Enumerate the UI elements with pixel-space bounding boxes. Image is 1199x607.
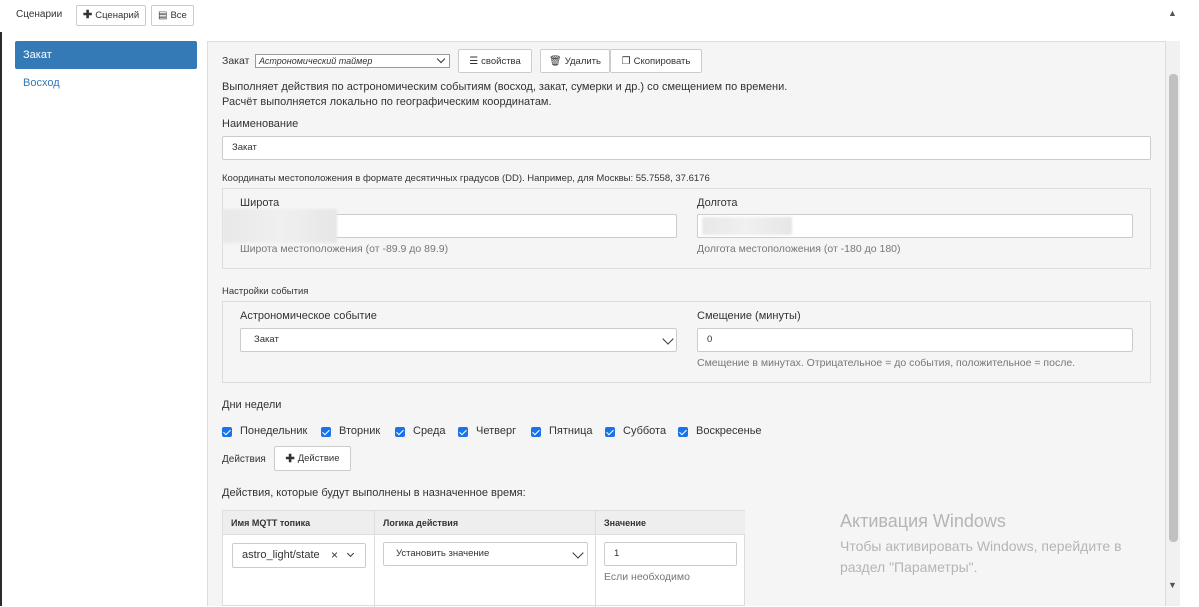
activation-watermark-title: Активация Windows <box>840 511 1006 531</box>
value-input[interactable]: 1 <box>604 542 737 566</box>
checkbox-label-tuesday: Вторник <box>339 425 381 437</box>
all-scenarios-button[interactable]: ▤ Все <box>151 5 194 26</box>
event-select-value: Закат <box>254 334 279 345</box>
checkbox-label-friday: Пятница <box>549 425 593 437</box>
activation-watermark-line2: раздел "Параметры". <box>840 559 978 575</box>
section-title: Сценарии <box>16 9 63 20</box>
checkbox-tuesday[interactable] <box>321 427 331 437</box>
sidebar-item-sunrise[interactable]: Восход <box>15 69 197 97</box>
all-scenarios-label: Все <box>170 10 187 21</box>
top-toolbar: Сценарии ✚ Сценарий ▤ Все <box>0 0 1199 32</box>
properties-label: свойства <box>481 55 521 67</box>
weekdays-label: Дни недели <box>222 399 282 411</box>
copy-label: Скопировать <box>633 55 691 67</box>
actions-description: Действия, которые будут выполнены в назн… <box>222 487 526 499</box>
checkbox-sunday[interactable] <box>678 427 688 437</box>
scroll-down-arrow-icon[interactable]: ▼ <box>1168 580 1177 590</box>
scroll-up-arrow-icon[interactable]: ▲ <box>1168 8 1177 18</box>
activation-watermark-line1: Чтобы активировать Windows, перейдите в <box>840 538 1122 554</box>
list-icon: ▤ <box>158 10 168 21</box>
window-edge <box>0 0 2 606</box>
checkbox-label-sunday: Воскресенье <box>696 425 762 437</box>
add-scenario-label: Сценарий <box>95 10 140 21</box>
topic-select[interactable]: astro_light/state × <box>232 543 366 568</box>
latitude-label: Широта <box>240 197 280 209</box>
clear-icon[interactable]: × <box>331 544 338 567</box>
redacted-value <box>223 209 337 243</box>
column-header-topic: Имя MQTT топика <box>223 511 375 535</box>
logic-select[interactable]: Установить значение <box>383 542 588 566</box>
checkbox-friday[interactable] <box>531 427 541 437</box>
checkbox-saturday[interactable] <box>605 427 615 437</box>
event-settings-legend: Настройки события <box>222 286 309 297</box>
delete-button[interactable]: 🗑 Удалить <box>540 49 610 73</box>
coordinates-legend: Координаты местоположения в формате деся… <box>222 173 710 184</box>
offset-input[interactable]: 0 <box>697 328 1133 352</box>
event-select[interactable]: Закат <box>240 328 677 352</box>
latitude-input[interactable] <box>223 209 677 243</box>
description-line-2: Расчёт выполняется локально по географич… <box>222 96 552 108</box>
longitude-input[interactable] <box>697 214 1133 238</box>
name-label: Наименование <box>222 118 299 130</box>
actions-label: Действия <box>222 454 266 465</box>
topic-select-value: astro_light/state <box>242 549 320 561</box>
add-scenario-button[interactable]: ✚ Сценарий <box>76 5 147 26</box>
checkbox-label-monday: Понедельник <box>240 425 308 437</box>
description-line-1: Выполняет действия по астрономическим со… <box>222 81 788 93</box>
logic-select-value: Установить значение <box>396 548 490 559</box>
trash-icon: 🗑 <box>549 55 562 67</box>
plus-icon: ✚ <box>83 9 93 21</box>
checkbox-label-thursday: Четверг <box>476 425 517 437</box>
add-action-button[interactable]: ✚ Действие <box>274 446 351 471</box>
plus-icon: ✚ <box>285 453 295 465</box>
redacted-value <box>702 217 792 235</box>
scenario-type-value: Астрономический таймер <box>259 56 373 66</box>
add-action-label: Действие <box>297 453 340 464</box>
scenario-list: Закат Восход <box>15 41 197 97</box>
delete-label: Удалить <box>564 55 601 67</box>
chevron-down-icon <box>572 547 584 559</box>
name-input[interactable]: Закат <box>222 136 1151 160</box>
list-icon: ☰ <box>469 55 479 67</box>
chevron-down-icon <box>662 333 674 345</box>
chevron-down-icon <box>436 54 446 64</box>
scrollbar-thumb[interactable] <box>1169 74 1178 542</box>
longitude-label: Долгота <box>697 197 738 209</box>
latitude-help: Широта местоположения (от -89.9 до 89.9) <box>240 243 449 255</box>
checkbox-monday[interactable] <box>222 427 232 437</box>
copy-button[interactable]: ❐ Скопировать <box>610 49 702 73</box>
checkbox-label-wednesday: Среда <box>413 425 446 437</box>
chevron-down-icon <box>346 549 355 558</box>
checkbox-label-saturday: Суббота <box>623 425 667 437</box>
checkbox-wednesday[interactable] <box>395 427 405 437</box>
value-help: Если необходимо <box>604 571 690 583</box>
sidebar-item-sunset[interactable]: Закат <box>15 41 197 69</box>
event-label: Астрономическое событие <box>240 310 377 322</box>
offset-label: Смещение (минуты) <box>697 310 801 322</box>
column-divider <box>374 511 375 607</box>
properties-button[interactable]: ☰ свойства <box>458 49 532 73</box>
activation-watermark-text: Чтобы активировать Windows, перейдите в … <box>840 536 1122 578</box>
scenario-name-prefix: Закат <box>222 55 250 67</box>
checkbox-thursday[interactable] <box>458 427 468 437</box>
copy-icon: ❐ <box>621 55 631 67</box>
offset-help: Смещение в минутах. Отрицательное = до с… <box>697 357 1076 369</box>
column-header-value: Значение <box>596 511 745 535</box>
longitude-help: Долгота местоположения (от -180 до 180) <box>697 243 901 255</box>
column-divider <box>595 511 596 607</box>
column-header-logic: Логика действия <box>375 511 596 535</box>
scenario-type-select[interactable]: Астрономический таймер <box>255 54 450 68</box>
